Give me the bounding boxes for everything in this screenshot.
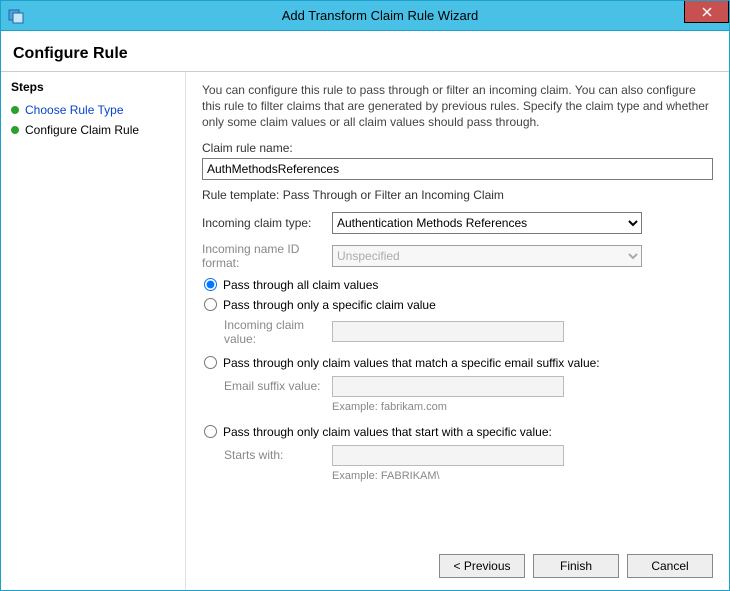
intro-text: You can configure this rule to pass thro…	[202, 82, 713, 131]
option-email-suffix[interactable]: Pass through only claim values that matc…	[202, 356, 713, 370]
step-label: Configure Claim Rule	[25, 123, 139, 137]
option-all[interactable]: Pass through all claim values	[202, 278, 713, 292]
steps-sidebar: Steps Choose Rule Type Configure Claim R…	[1, 72, 186, 590]
close-button[interactable]	[684, 1, 729, 23]
option-starts-with-radio[interactable]	[204, 425, 217, 438]
step-bullet-icon	[11, 106, 19, 114]
option-specific-label: Pass through only a specific claim value	[223, 298, 436, 312]
cancel-button[interactable]: Cancel	[627, 554, 713, 578]
specific-value-label: Incoming claim value:	[224, 318, 332, 346]
option-all-label: Pass through all claim values	[223, 278, 378, 292]
email-suffix-input	[332, 376, 564, 397]
rule-name-input[interactable]	[202, 158, 713, 180]
name-id-format-label: Incoming name ID format:	[202, 242, 332, 270]
rule-template-text: Rule template: Pass Through or Filter an…	[202, 188, 713, 202]
main-panel: You can configure this rule to pass thro…	[186, 72, 729, 590]
previous-button[interactable]: < Previous	[439, 554, 525, 578]
finish-button[interactable]: Finish	[533, 554, 619, 578]
option-starts-with[interactable]: Pass through only claim values that star…	[202, 425, 713, 439]
steps-heading: Steps	[11, 80, 175, 94]
email-suffix-example: Example: fabrikam.com	[332, 399, 713, 419]
footer-buttons: < Previous Finish Cancel	[202, 548, 713, 582]
specific-value-input	[332, 321, 564, 342]
step-label: Choose Rule Type	[25, 103, 124, 117]
name-id-format-select: Unspecified	[332, 245, 642, 267]
starts-with-label: Starts with:	[224, 448, 332, 462]
step-configure-claim-rule[interactable]: Configure Claim Rule	[11, 120, 175, 140]
starts-with-input	[332, 445, 564, 466]
step-choose-rule-type[interactable]: Choose Rule Type	[11, 100, 175, 120]
claim-type-label: Incoming claim type:	[202, 216, 332, 230]
email-suffix-label: Email suffix value:	[224, 379, 332, 393]
option-starts-with-label: Pass through only claim values that star…	[223, 425, 552, 439]
body: Steps Choose Rule Type Configure Claim R…	[1, 72, 729, 590]
window-title: Add Transform Claim Rule Wizard	[31, 8, 729, 23]
wizard-window: Add Transform Claim Rule Wizard Configur…	[0, 0, 730, 591]
pass-through-options: Pass through all claim values Pass throu…	[202, 278, 713, 488]
rule-name-label: Claim rule name:	[202, 141, 713, 155]
starts-with-example: Example: FABRIKAM\	[332, 468, 713, 488]
option-email-suffix-label: Pass through only claim values that matc…	[223, 356, 600, 370]
step-bullet-icon	[11, 126, 19, 134]
option-all-radio[interactable]	[204, 278, 217, 291]
titlebar: Add Transform Claim Rule Wizard	[1, 1, 729, 31]
option-specific[interactable]: Pass through only a specific claim value	[202, 298, 713, 312]
page-title: Configure Rule	[13, 45, 717, 63]
content: You can configure this rule to pass thro…	[202, 82, 713, 548]
app-icon	[1, 8, 31, 24]
page-header: Configure Rule	[1, 31, 729, 72]
option-specific-radio[interactable]	[204, 298, 217, 311]
claim-type-select[interactable]: Authentication Methods References	[332, 212, 642, 234]
option-email-suffix-radio[interactable]	[204, 356, 217, 369]
